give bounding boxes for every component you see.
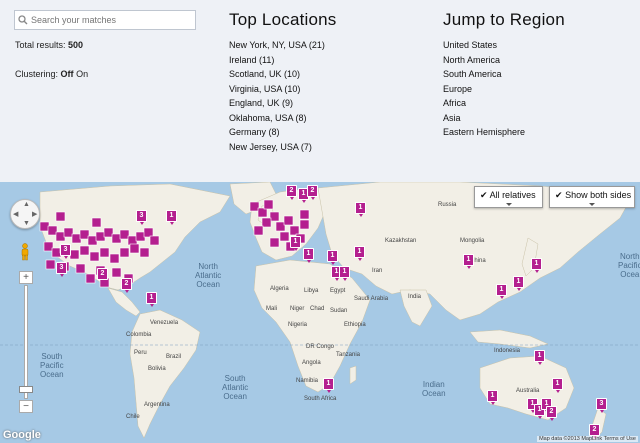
search-box[interactable]: [14, 10, 196, 30]
map-marker[interactable]: 2: [546, 406, 557, 421]
region-link[interactable]: North America: [443, 53, 565, 68]
clustering-toggle: Clustering: Off On: [15, 69, 88, 79]
map-marker[interactable]: 2: [121, 278, 132, 293]
map-marker[interactable]: 1: [354, 246, 365, 261]
map-marker[interactable]: 2: [286, 185, 297, 200]
all-relatives-label: All relatives: [489, 190, 536, 200]
dropdown-caret-icon: [589, 203, 595, 206]
checkmark-icon: ✔: [555, 190, 563, 200]
clustering-off-option[interactable]: Off: [61, 69, 74, 79]
region-link[interactable]: South America: [443, 67, 565, 82]
location-link[interactable]: Ireland (11): [229, 53, 337, 68]
map-marker[interactable]: 1: [323, 378, 334, 393]
map-marker[interactable]: 1: [496, 284, 507, 299]
location-link[interactable]: New York, NY, USA (21): [229, 38, 337, 53]
dropdown-caret-icon: [505, 203, 512, 206]
pan-right-icon[interactable]: ▶: [32, 210, 37, 218]
region-link[interactable]: United States: [443, 38, 565, 53]
map-marker[interactable]: 2: [589, 424, 600, 439]
map-attribution: Map data ©2013 MapLink Terms of Use: [537, 436, 638, 442]
map-marker[interactable]: 3: [136, 210, 147, 225]
map-marker[interactable]: 1: [339, 266, 350, 281]
map-marker[interactable]: 3: [56, 262, 67, 277]
pegman-icon[interactable]: [19, 243, 31, 261]
map-marker[interactable]: 1: [531, 258, 542, 273]
checkmark-icon: ✔: [480, 190, 488, 200]
location-link[interactable]: Germany (8): [229, 125, 337, 140]
pan-up-icon[interactable]: ▲: [23, 201, 30, 208]
jump-to-region-section: Jump to Region United States North Ameri…: [443, 10, 565, 140]
location-link[interactable]: Scotland, UK (10): [229, 67, 337, 82]
all-relatives-button[interactable]: ✔ All relatives: [474, 186, 543, 208]
zoom-in-button[interactable]: +: [19, 271, 33, 284]
region-link[interactable]: Africa: [443, 96, 565, 111]
clustering-label: Clustering:: [15, 69, 59, 79]
map-marker[interactable]: 1: [552, 378, 563, 393]
map-marker[interactable]: 1: [303, 248, 314, 263]
map-marker[interactable]: 2: [97, 268, 108, 283]
top-locations-list: New York, NY, USA (21) Ireland (11) Scot…: [229, 38, 337, 154]
google-logo: Google: [3, 429, 41, 441]
clustering-on-option[interactable]: On: [76, 69, 88, 79]
map-marker[interactable]: 1: [327, 250, 338, 265]
map-marker[interactable]: 1: [513, 276, 524, 291]
attribution-text: Map data ©2013 MapLink: [539, 436, 603, 442]
zoom-slider-track[interactable]: [24, 285, 28, 399]
pan-control[interactable]: ▲ ▼ ◀ ▶: [10, 199, 40, 229]
map-marker[interactable]: 2: [307, 185, 318, 200]
zoom-out-button[interactable]: −: [19, 400, 33, 413]
total-results-value: 500: [68, 40, 84, 50]
show-both-sides-button[interactable]: ✔ Show both sides: [549, 186, 635, 208]
top-locations-section: Top Locations New York, NY, USA (21) Ire…: [229, 10, 337, 154]
pan-left-icon[interactable]: ◀: [13, 210, 18, 218]
total-results: Total results: 500: [15, 40, 83, 50]
zoom-slider-handle[interactable]: [19, 386, 33, 393]
map-marker[interactable]: 1: [487, 390, 498, 405]
map-marker[interactable]: 1: [290, 236, 301, 251]
show-both-sides-label: Show both sides: [565, 190, 632, 200]
map-marker[interactable]: 3: [60, 244, 71, 259]
search-icon: [15, 11, 31, 29]
top-locations-title: Top Locations: [229, 10, 337, 29]
location-link[interactable]: New Jersey, USA (7): [229, 140, 337, 155]
jump-to-region-title: Jump to Region: [443, 10, 565, 29]
world-map[interactable]: North Atlantic Ocean South Pacific Ocean Sou…: [0, 182, 640, 443]
map-marker[interactable]: 1: [146, 292, 157, 307]
region-link[interactable]: Asia: [443, 111, 565, 126]
map-marker[interactable]: 1: [463, 254, 474, 269]
region-link[interactable]: Europe: [443, 82, 565, 97]
search-input[interactable]: [31, 15, 191, 25]
region-list: United States North America South Americ…: [443, 38, 565, 140]
terms-of-use-link[interactable]: Terms of Use: [604, 436, 636, 442]
location-link[interactable]: Oklahoma, USA (8): [229, 111, 337, 126]
location-link[interactable]: Virginia, USA (10): [229, 82, 337, 97]
map-marker[interactable]: 1: [355, 202, 366, 217]
map-marker[interactable]: 1: [166, 210, 177, 225]
map-marker[interactable]: 1: [534, 350, 545, 365]
location-link[interactable]: England, UK (9): [229, 96, 337, 111]
pan-down-icon[interactable]: ▼: [23, 220, 30, 227]
region-link[interactable]: Eastern Hemisphere: [443, 125, 565, 140]
top-panel: Total results: 500 Clustering: Off On To…: [0, 0, 640, 182]
total-results-label: Total results:: [15, 40, 66, 50]
map-marker[interactable]: 3: [596, 398, 607, 413]
